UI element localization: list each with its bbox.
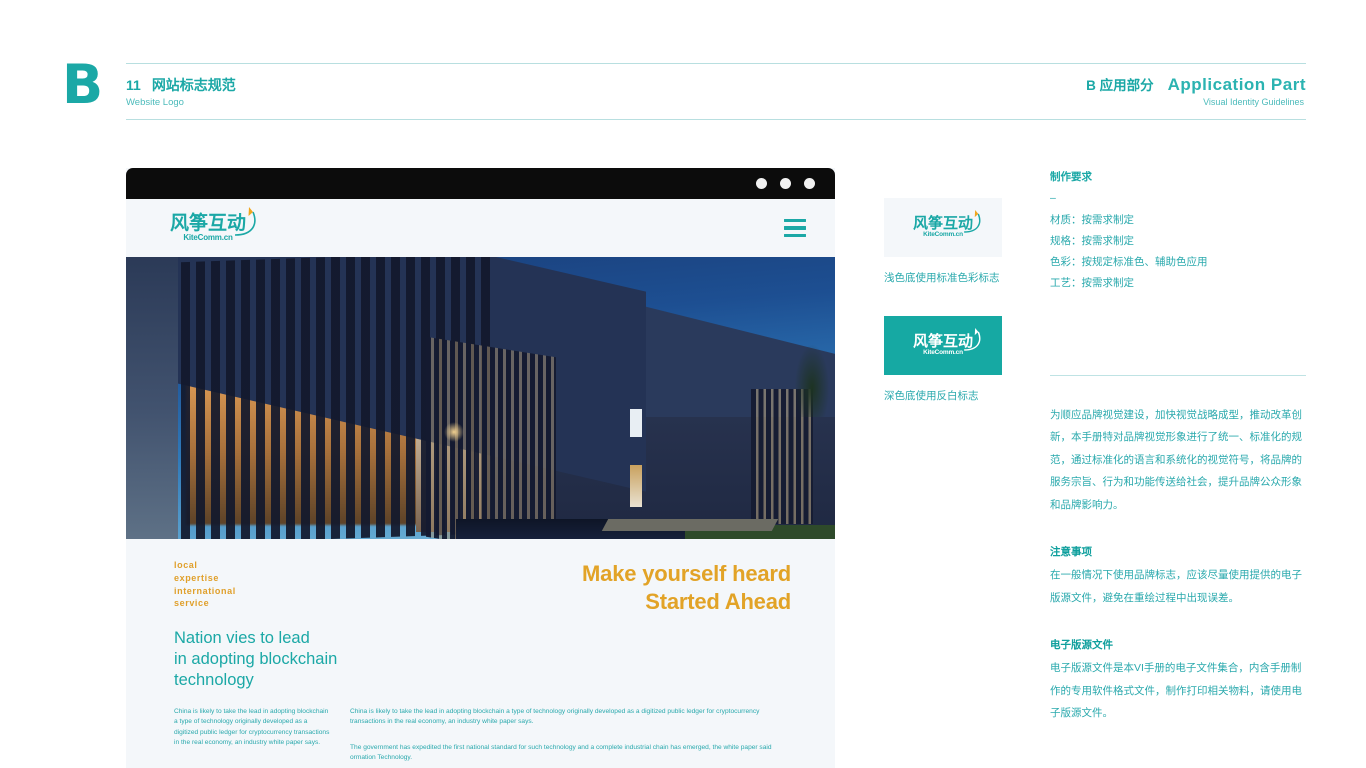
hero-tree bbox=[795, 345, 829, 417]
kicker-line: expertise bbox=[174, 572, 219, 583]
kicker-line: local bbox=[174, 560, 198, 570]
window-dot-icon bbox=[756, 178, 767, 189]
hero-photo bbox=[126, 257, 835, 539]
hamburger-bar bbox=[784, 233, 806, 238]
notes-source-body: 电子版源文件是本VI手册的电子文件集合，内含手册制作的专用软件格式文件，制作打印… bbox=[1050, 662, 1302, 720]
site-logo: 风筝互动 KiteComm.cn bbox=[912, 210, 981, 239]
header-right-block: B 应用部分 Application Part Visual Identity … bbox=[1086, 74, 1306, 107]
section-letter: B bbox=[62, 53, 103, 116]
window-dot-icon bbox=[804, 178, 815, 189]
site-logo[interactable]: 风筝互动 KiteComm.cn bbox=[170, 207, 256, 242]
headline-line: Nation vies to lead bbox=[174, 629, 310, 647]
headline-line: in adopting blockchain bbox=[174, 650, 338, 668]
swatch-block-light: 风筝互动 KiteComm.cn 浅色底使用标准色彩标志 bbox=[884, 198, 1002, 285]
spec-column: 制作要求 – 材质：按需求制定 规格：按需求制定 色彩：按规定标准色、辅助色应用… bbox=[1050, 167, 1306, 725]
paragraph: The government has expedited the first n… bbox=[350, 743, 772, 762]
logo-text-cn: 风筝互动 bbox=[912, 332, 973, 351]
swatch-caption: 浅色底使用标准色彩标志 bbox=[884, 272, 1000, 284]
notes-caution-title: 注意事项 bbox=[1050, 546, 1092, 559]
part-label-cn: B 应用部分 bbox=[1086, 78, 1154, 93]
kicker-line: service bbox=[174, 598, 210, 609]
section-heading: 11 网站标志规范 bbox=[126, 76, 236, 94]
logo-text-cn: 风筝互动 bbox=[170, 212, 247, 234]
logo-text-cn: 风筝互动 bbox=[912, 214, 973, 233]
spec-item-color: 色彩：按规定标准色、辅助色应用 bbox=[1050, 256, 1208, 269]
site-navbar: 风筝互动 KiteComm.cn bbox=[126, 199, 835, 257]
browser-title-bar bbox=[126, 168, 835, 199]
logo-text-en: KiteComm.cn bbox=[923, 231, 963, 239]
part-label-en: Application Part bbox=[1167, 75, 1306, 94]
site-logo-inverse: 风筝互动 KiteComm.cn bbox=[912, 328, 981, 357]
spec-item-craft: 工艺：按需求制定 bbox=[1050, 277, 1134, 290]
logo-swatch-light-bg: 风筝互动 KiteComm.cn bbox=[884, 198, 1002, 257]
logo-text-en: KiteComm.cn bbox=[183, 233, 233, 242]
notes-source-title: 电子版源文件 bbox=[1050, 639, 1113, 652]
notes-intro: 为顺应品牌视觉建设，加快视觉战略成型，推动改革创新，本手册特对品牌视觉形象进行了… bbox=[1050, 408, 1302, 511]
hero-walkway bbox=[601, 519, 779, 531]
headline-line: technology bbox=[174, 671, 254, 689]
hamburger-bar bbox=[784, 226, 806, 230]
hero-window-upper bbox=[630, 409, 642, 437]
part-subtitle: Visual Identity Guidelines bbox=[1203, 97, 1304, 107]
hero-window-lower bbox=[630, 465, 642, 507]
article-body-right: China is likely to take the lead in adop… bbox=[350, 707, 790, 768]
slogan-line-2: Started Ahead bbox=[645, 589, 791, 614]
header-part-line: B 应用部分 Application Part bbox=[1086, 74, 1306, 95]
hamburger-menu-icon[interactable] bbox=[784, 218, 806, 238]
notes-caution-body: 在一般情况下使用品牌标志，应该尽量使用提供的电子版源文件，避免在重绘过程中出现误… bbox=[1050, 569, 1302, 604]
spec-dash: – bbox=[1050, 192, 1056, 205]
window-dot-icon bbox=[780, 178, 791, 189]
kicker-line: international bbox=[174, 585, 236, 596]
swatch-block-dark: 风筝互动 KiteComm.cn 深色底使用反白标志 bbox=[884, 316, 1002, 403]
section-number: 11 bbox=[126, 77, 141, 93]
paragraph: China is likely to take the lead in adop… bbox=[174, 708, 330, 747]
slogan-line-1: Make yourself heard bbox=[582, 561, 791, 586]
site-content-area: local expertise international service Na… bbox=[126, 539, 835, 768]
section-title-cn: 网站标志规范 bbox=[151, 77, 236, 93]
spec-title: 制作要求 bbox=[1050, 171, 1092, 183]
vi-manual-page: B 11 网站标志规范 Website Logo B 应用部分 Applicati… bbox=[0, 0, 1366, 768]
spec-item-material: 材质：按需求制定 bbox=[1050, 213, 1134, 226]
article-headline[interactable]: Nation vies to lead in adopting blockcha… bbox=[174, 628, 337, 691]
header-rule-bottom bbox=[126, 119, 1306, 120]
article-body-left: China is likely to take the lead in adop… bbox=[174, 707, 332, 749]
spec-divider bbox=[1050, 374, 1306, 376]
section-title-en: Website Logo bbox=[126, 97, 184, 108]
header-left-block: 11 网站标志规范 Website Logo bbox=[126, 76, 236, 110]
spec-item-size: 规格：按需求制定 bbox=[1050, 234, 1134, 247]
header-rule-top bbox=[126, 63, 1306, 64]
production-spec-list: 制作要求 – 材质：按需求制定 规格：按需求制定 色彩：按规定标准色、辅助色应用… bbox=[1050, 167, 1306, 295]
paragraph: China is likely to take the lead in adop… bbox=[350, 708, 760, 726]
hero-light-glow bbox=[444, 422, 464, 442]
website-mockup: 风筝互动 KiteComm.cn local expertise interna… bbox=[126, 168, 835, 768]
hamburger-bar bbox=[784, 218, 806, 223]
hero-slogan: Make yourself heard Started Ahead bbox=[582, 560, 791, 616]
hero-left-column bbox=[126, 257, 178, 539]
logo-swatch-column: 风筝互动 KiteComm.cn 浅色底使用标准色彩标志 风筝互动 KiteCo… bbox=[884, 198, 1002, 403]
hero-kicker: local expertise international service bbox=[174, 559, 236, 610]
logo-text-en: KiteComm.cn bbox=[923, 349, 963, 357]
swatch-caption: 深色底使用反白标志 bbox=[884, 390, 979, 402]
logo-swatch-dark-bg: 风筝互动 KiteComm.cn bbox=[884, 316, 1002, 375]
